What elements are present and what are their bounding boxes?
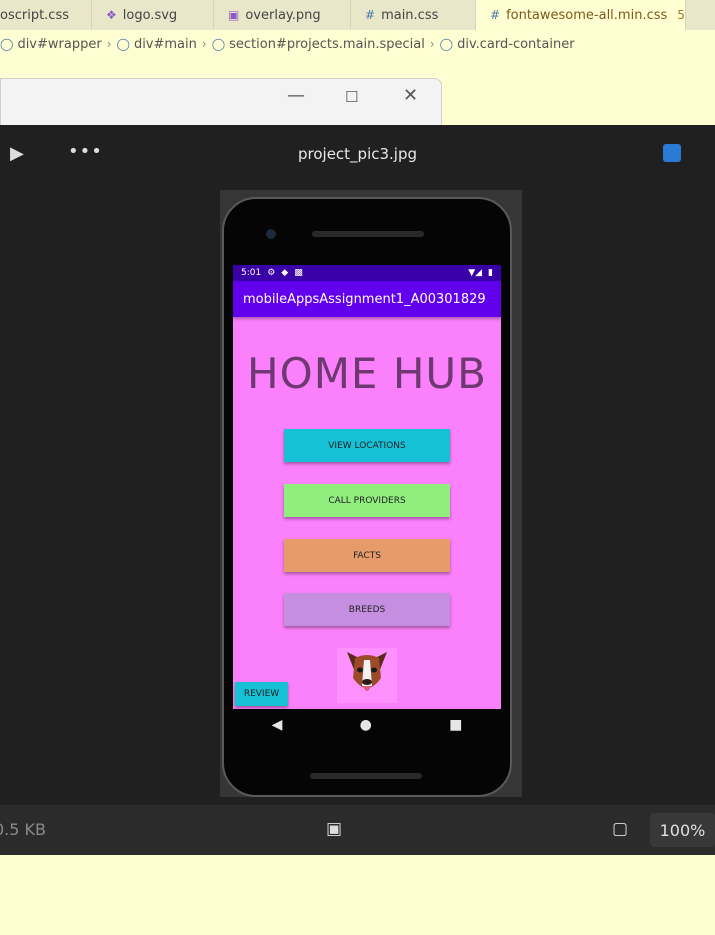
shield-icon: ◆ bbox=[281, 268, 289, 278]
sim-card-icon: ▩ bbox=[294, 268, 303, 278]
android-nav-bar: ◀ ● ■ bbox=[233, 709, 501, 741]
file-size: 0.5 KB bbox=[0, 820, 46, 839]
tab-main-css[interactable]: # main.css bbox=[351, 0, 476, 30]
camera-icon bbox=[266, 229, 276, 239]
tab-fontawesome-css[interactable]: # fontawesome-all.min.css 5 bbox=[476, 0, 686, 30]
breadcrumb-label: div#wrapper bbox=[17, 36, 102, 52]
screen-root: oscript.css ❖ logo.svg ▣ overlay.png # m… bbox=[0, 0, 715, 935]
battery-icon: ▮ bbox=[488, 268, 493, 278]
chevron-right-icon: › bbox=[106, 37, 112, 51]
call-providers-button[interactable]: CALL PROVIDERS bbox=[284, 484, 450, 517]
maximize-icon[interactable]: ☐ bbox=[345, 88, 358, 106]
background-window: — ☐ ✕ bbox=[0, 78, 442, 128]
dog-logo-image bbox=[337, 648, 397, 703]
status-time: 5:01 bbox=[241, 268, 262, 278]
tab-label: overlay.png bbox=[245, 7, 321, 23]
tab-label: oscript.css bbox=[0, 7, 70, 23]
breadcrumb-item[interactable]: ◯ div#wrapper bbox=[0, 37, 102, 52]
problem-count-badge: 5 bbox=[677, 8, 685, 22]
element-cube-icon: ◯ bbox=[439, 37, 454, 51]
zoom-level[interactable]: 100% bbox=[650, 813, 715, 847]
edit-image-icon[interactable] bbox=[663, 144, 681, 162]
close-icon[interactable]: ✕ bbox=[403, 85, 418, 106]
viewer-toolbar: ▶ ••• project_pic3.jpg bbox=[0, 125, 715, 183]
file-name: project_pic3.jpg bbox=[297, 145, 418, 163]
element-cube-icon: ◯ bbox=[211, 37, 226, 51]
css-hash-icon: # bbox=[490, 8, 501, 22]
css-hash-icon: # bbox=[365, 8, 376, 22]
tab-label: main.css bbox=[381, 7, 439, 23]
breadcrumb-item[interactable]: ◯ div#main bbox=[117, 37, 197, 52]
breadcrumb-label: section#projects.main.special bbox=[229, 36, 425, 52]
chevron-right-icon: › bbox=[201, 37, 207, 51]
facts-button[interactable]: FACTS bbox=[284, 539, 450, 572]
tab-oscript-css[interactable]: oscript.css bbox=[0, 0, 92, 30]
tab-overlay-png[interactable]: ▣ overlay.png bbox=[214, 0, 351, 30]
viewer-status-bar: 0.5 KB ▣ ▢ 100% bbox=[0, 805, 715, 855]
svg-file-icon: ❖ bbox=[106, 8, 117, 22]
visual-search-icon[interactable]: ▣ bbox=[326, 819, 342, 839]
image-file-icon: ▣ bbox=[228, 8, 240, 22]
breadcrumb-item[interactable]: ◯ div.card-container bbox=[440, 37, 575, 52]
home-icon[interactable]: ● bbox=[360, 717, 372, 733]
review-button[interactable]: REVIEW bbox=[235, 682, 288, 706]
back-icon[interactable]: ◀ bbox=[272, 717, 283, 733]
breadcrumb-label: div.card-container bbox=[457, 36, 575, 52]
tab-label: fontawesome-all.min.css bbox=[506, 7, 668, 23]
android-status-bar: 5:01 ⚙ ◆ ▩ ▼◢ ▮ bbox=[233, 265, 501, 281]
fit-to-window-icon[interactable]: ▢ bbox=[612, 819, 628, 839]
editor-tab-bar: oscript.css ❖ logo.svg ▣ overlay.png # m… bbox=[0, 0, 715, 30]
page-title: HOME HUB bbox=[247, 349, 487, 398]
breeds-button[interactable]: BREEDS bbox=[284, 593, 450, 626]
speaker-grille bbox=[310, 773, 422, 779]
element-cube-icon: ◯ bbox=[0, 37, 14, 51]
view-locations-button[interactable]: VIEW LOCATIONS bbox=[284, 429, 450, 462]
app-bar-title: mobileAppsAssignment1_A00301829 bbox=[233, 281, 501, 317]
breadcrumb: ◯ div#wrapper › ◯ div#main › ◯ section#proj… bbox=[0, 33, 575, 55]
recents-icon[interactable]: ■ bbox=[449, 717, 462, 733]
settings-icon: ⚙ bbox=[267, 268, 276, 278]
tab-logo-svg[interactable]: ❖ logo.svg bbox=[92, 0, 214, 30]
chevron-right-icon: › bbox=[429, 37, 435, 51]
breadcrumb-item[interactable]: ◯ section#projects.main.special bbox=[212, 37, 425, 52]
wifi-signal-icon: ▼◢ bbox=[468, 268, 483, 278]
phone-screen: 5:01 ⚙ ◆ ▩ ▼◢ ▮ mobileAppsAssignment1_A0… bbox=[233, 265, 501, 709]
element-cube-icon: ◯ bbox=[116, 37, 130, 51]
minimize-icon[interactable]: — bbox=[287, 85, 305, 106]
breadcrumb-label: div#main bbox=[133, 36, 197, 52]
tab-label: logo.svg bbox=[122, 7, 178, 23]
speaker-grille bbox=[312, 231, 424, 237]
